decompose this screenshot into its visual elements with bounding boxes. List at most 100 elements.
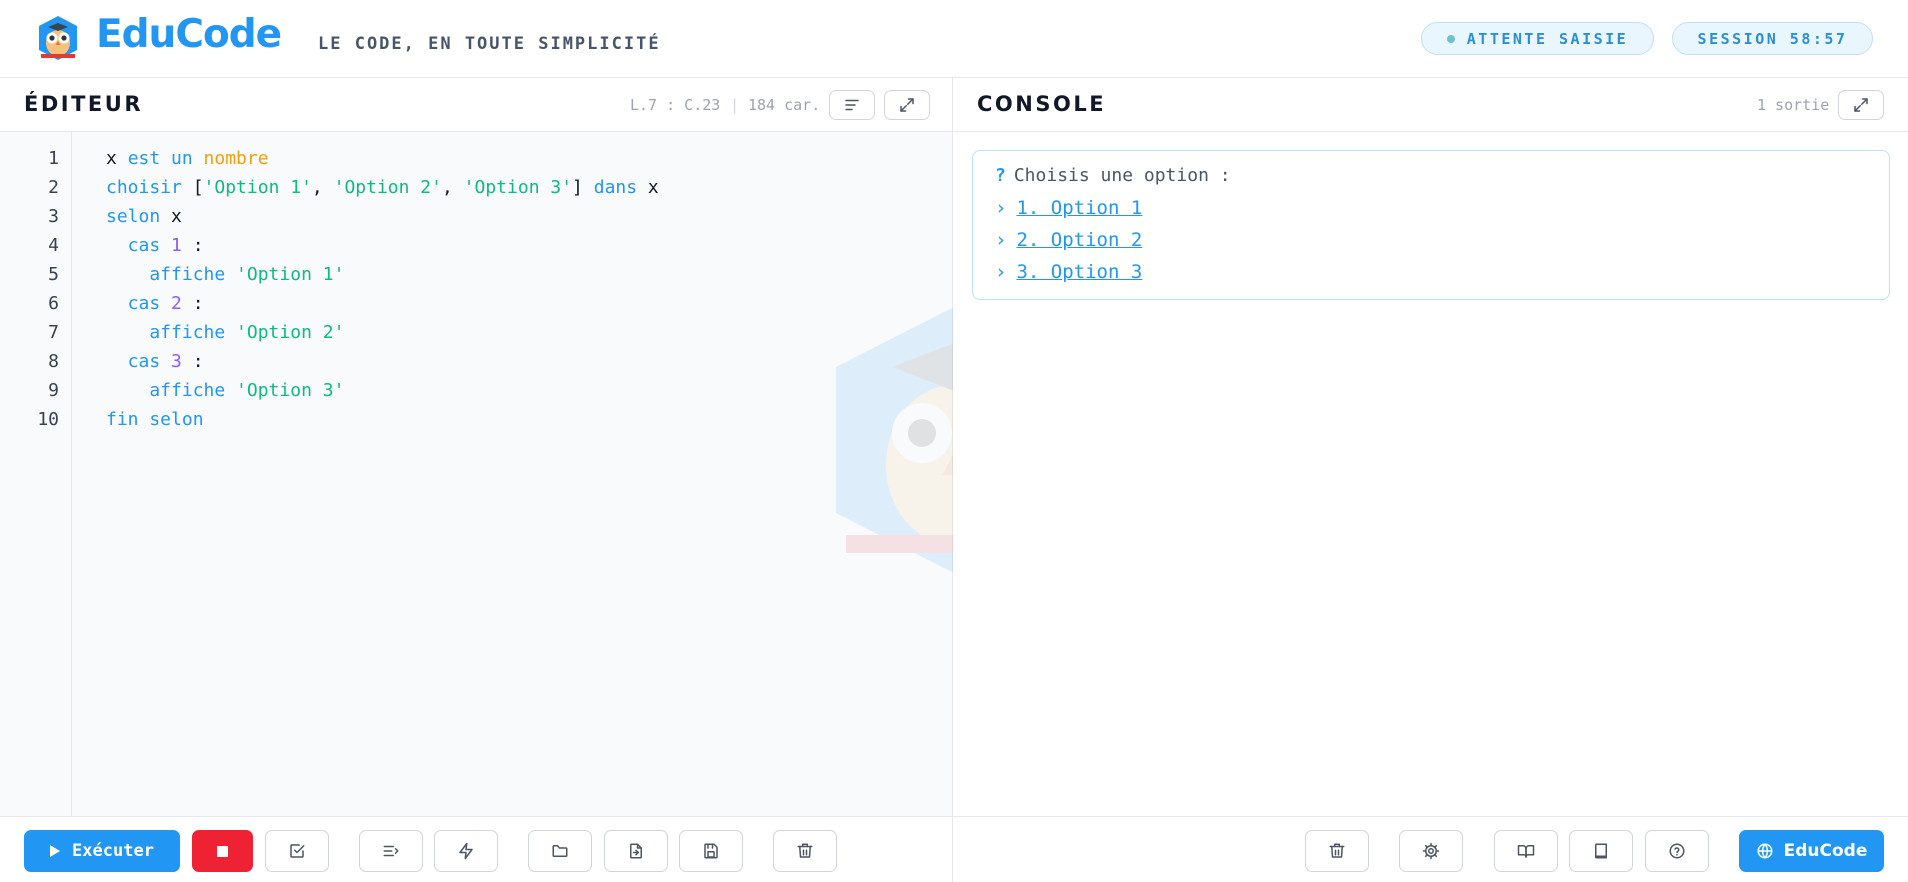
line-number: 1 [48,148,59,169]
editor-title: ÉDITEUR [24,92,143,116]
line-number: 7 [48,322,59,343]
console-pane: CONSOLE 1 sortie ? Choisis une option : ›… [953,78,1908,882]
help-icon [1669,843,1685,859]
option-item[interactable]: › 2. Option 2 [995,229,1142,251]
code-line[interactable]: affiche 'Option 2' [106,322,344,343]
lines-icon [845,99,859,111]
brand-tagline: LE CODE, EN TOUTE SIMPLICITÉ [318,34,661,54]
code-token: affiche [106,322,237,343]
save-button[interactable] [679,830,743,872]
option-link[interactable]: 3. Option 3 [1016,261,1142,283]
line-number: 3 [48,206,59,227]
editor-toolbar: Exécuter [0,816,952,882]
input-prompt: ? Choisis une option : [995,165,1231,186]
line-number: 2 [48,177,59,198]
line-number: 4 [48,235,59,256]
code-token: : [181,351,204,372]
clear-editor-button[interactable] [773,830,837,872]
code-token: affiche [106,264,237,285]
code-token: cas [106,293,172,314]
book-icon [1595,843,1607,859]
code-line[interactable]: selon x [106,206,182,227]
cursor-position: L.7 : C.23 [630,96,721,114]
check-button[interactable] [265,830,329,872]
open-file-button[interactable] [528,830,592,872]
status-dot-icon [1446,34,1455,43]
code-token: ] [572,177,594,198]
run-button[interactable]: Exécuter [24,830,180,872]
folder-icon [552,845,568,857]
line-number: 5 [48,264,59,285]
editor-expand-button[interactable] [884,90,930,120]
code-line[interactable]: choisir ['Option 1', 'Option 2', 'Option… [106,177,659,198]
expand-icon [1854,98,1868,112]
code-token: choisir [106,177,193,198]
code-line[interactable]: fin selon [106,409,204,430]
option-link[interactable]: 2. Option 2 [1016,229,1142,251]
expand-icon [900,98,914,112]
console-title: CONSOLE [977,92,1107,116]
session-timer-badge: SESSION 58:57 [1672,22,1873,55]
globe-icon [1757,843,1773,859]
format-button[interactable] [829,90,875,120]
status-badge: ATTENTE SAISIE [1421,22,1654,55]
editor-pane: ÉDITEUR L.7 : C.23 | 184 car. 1234567891… [0,78,953,882]
question-icon: ? [995,165,1006,186]
app-header: EduCode LE CODE, EN TOUTE SIMPLICITÉ ATT… [0,0,1908,78]
console-expand-button[interactable] [1838,90,1884,120]
owl-logo-icon [36,14,80,62]
line-number: 8 [48,351,59,372]
clear-console-button[interactable] [1305,830,1369,872]
code-token: selon [106,206,172,227]
code-token: : [181,293,204,314]
option-item[interactable]: › 1. Option 1 [995,197,1142,219]
code-line[interactable]: cas 1 : [106,235,204,256]
code-line[interactable]: x est un nombre [106,148,269,169]
code-line[interactable]: cas 3 : [106,351,204,372]
option-item[interactable]: › 3. Option 3 [995,261,1142,283]
indent-button[interactable] [359,830,423,872]
code-token: affiche [106,380,237,401]
settings-button[interactable] [1399,830,1463,872]
code-token: 'Option 2' [236,322,345,343]
code-line[interactable]: affiche 'Option 1' [106,264,344,285]
char-count: 184 car. [748,96,821,114]
import-button[interactable] [604,830,668,872]
save-icon [704,843,718,859]
code-token: dans [593,177,648,198]
file-import-icon [630,843,642,859]
trash-icon [797,843,813,858]
trash-icon [1329,843,1345,858]
code-token: 'Option 2' [333,177,442,198]
help-button[interactable] [1645,830,1709,872]
stop-button[interactable] [192,830,253,872]
console-header: CONSOLE 1 sortie [953,78,1908,132]
tutorial-button[interactable] [1494,830,1558,872]
code-line[interactable]: affiche 'Option 3' [106,380,344,401]
code-token: x [171,206,182,227]
stop-icon [217,845,228,857]
educode-site-button[interactable]: EduCode [1739,830,1884,872]
code-line[interactable]: cas 2 : [106,293,204,314]
option-link[interactable]: 1. Option 1 [1016,197,1142,219]
code-token: cas [106,351,172,372]
code-token: est un [127,148,204,169]
play-icon [50,845,61,857]
code-token: [ [192,177,204,198]
code-token: 'Option 1' [203,177,312,198]
line-number: 6 [48,293,59,314]
indent-icon [383,845,399,857]
line-number: 10 [37,409,59,430]
book-open-icon [1517,845,1535,858]
brand-title: EduCode [96,12,282,57]
code-token: 'Option 1' [236,264,345,285]
code-token: x [647,177,659,198]
line-number: 9 [48,380,59,401]
docs-button[interactable] [1569,830,1633,872]
code-token: : [181,235,204,256]
code-token: , [441,177,464,198]
code-token: , [311,177,334,198]
quick-action-button[interactable] [434,830,498,872]
code-token: 'Option 3' [236,380,345,401]
code-token: 3 [171,351,182,372]
